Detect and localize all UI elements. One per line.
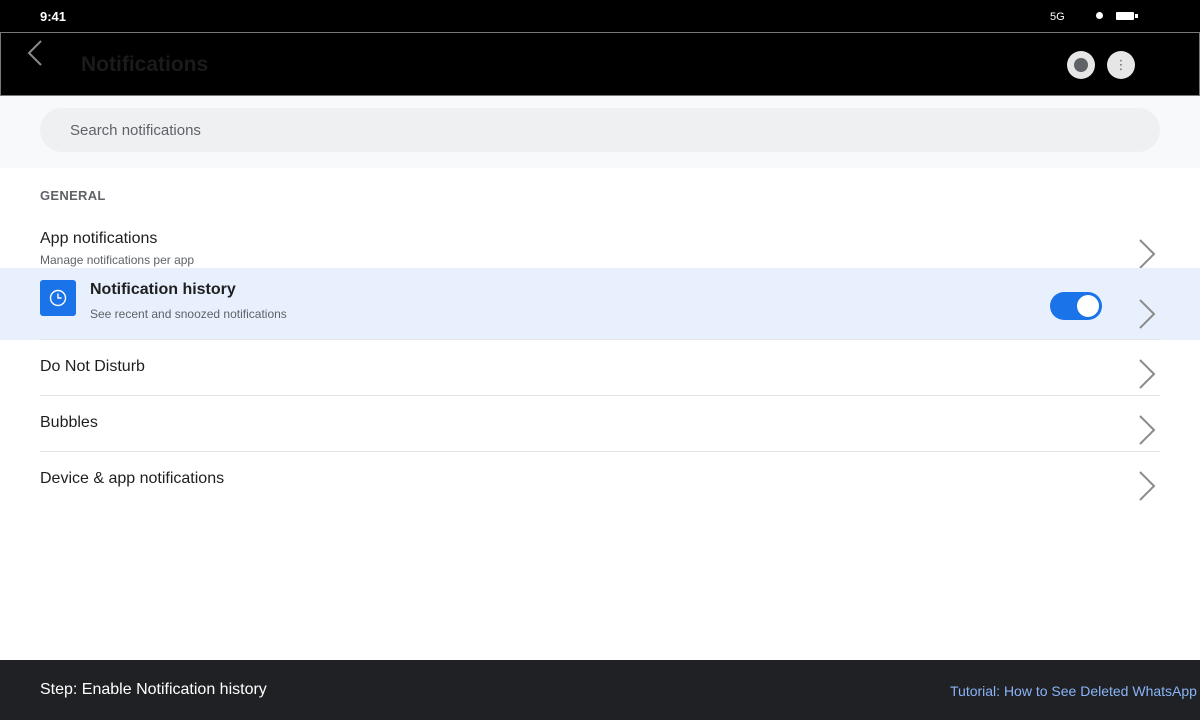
row-title: Notification history [90, 281, 236, 298]
chevron-right-icon [1136, 296, 1158, 332]
chevron-right-icon [1136, 356, 1158, 392]
row-title: Bubbles [40, 414, 98, 431]
row-title: App notifications [40, 230, 158, 247]
setting-row-bubbles[interactable]: Bubbles [0, 396, 1200, 452]
app-bar: Notifications ⋮ [0, 32, 1200, 96]
row-title: Do Not Disturb [40, 358, 145, 375]
back-arrow-icon[interactable] [23, 37, 47, 69]
status-bar: 9:41 5G [0, 0, 1200, 32]
battery-icon [1116, 12, 1138, 20]
row-subtitle: Manage notifications per app [40, 253, 195, 267]
setting-row-notification-history[interactable]: Notification history See recent and snoo… [0, 268, 1200, 340]
setting-row-device-app-notifications[interactable]: Device & app notifications [0, 452, 1200, 508]
step-instruction: Step: Enable Notification history [40, 681, 267, 698]
chevron-right-icon [1136, 236, 1158, 272]
chevron-right-icon [1136, 468, 1158, 504]
row-title: Device & app notifications [40, 470, 225, 487]
history-clock-icon [40, 280, 76, 316]
setting-row-app-notifications[interactable]: App notifications Manage notifications p… [0, 216, 1200, 269]
record-icon[interactable] [1067, 51, 1095, 79]
section-header-general: GENERAL [40, 188, 106, 203]
page-title: Notifications [81, 53, 209, 76]
notification-history-toggle[interactable] [1050, 292, 1102, 320]
tutorial-link[interactable]: Tutorial: How to See Deleted WhatsApp Me… [950, 683, 1200, 699]
status-time: 9:41 [40, 9, 67, 24]
row-subtitle: See recent and snoozed notifications [90, 307, 287, 321]
toggle-knob [1077, 295, 1099, 317]
network-indicator: 5G [1050, 11, 1065, 23]
notification-dot-icon [1096, 12, 1103, 19]
search-input[interactable] [40, 108, 1160, 152]
more-vert-icon[interactable]: ⋮ [1107, 51, 1135, 79]
setting-row-do-not-disturb[interactable]: Do Not Disturb [0, 340, 1200, 396]
chevron-right-icon [1136, 412, 1158, 448]
tutorial-footer: Step: Enable Notification history Tutori… [0, 660, 1200, 720]
search-area [0, 96, 1200, 168]
